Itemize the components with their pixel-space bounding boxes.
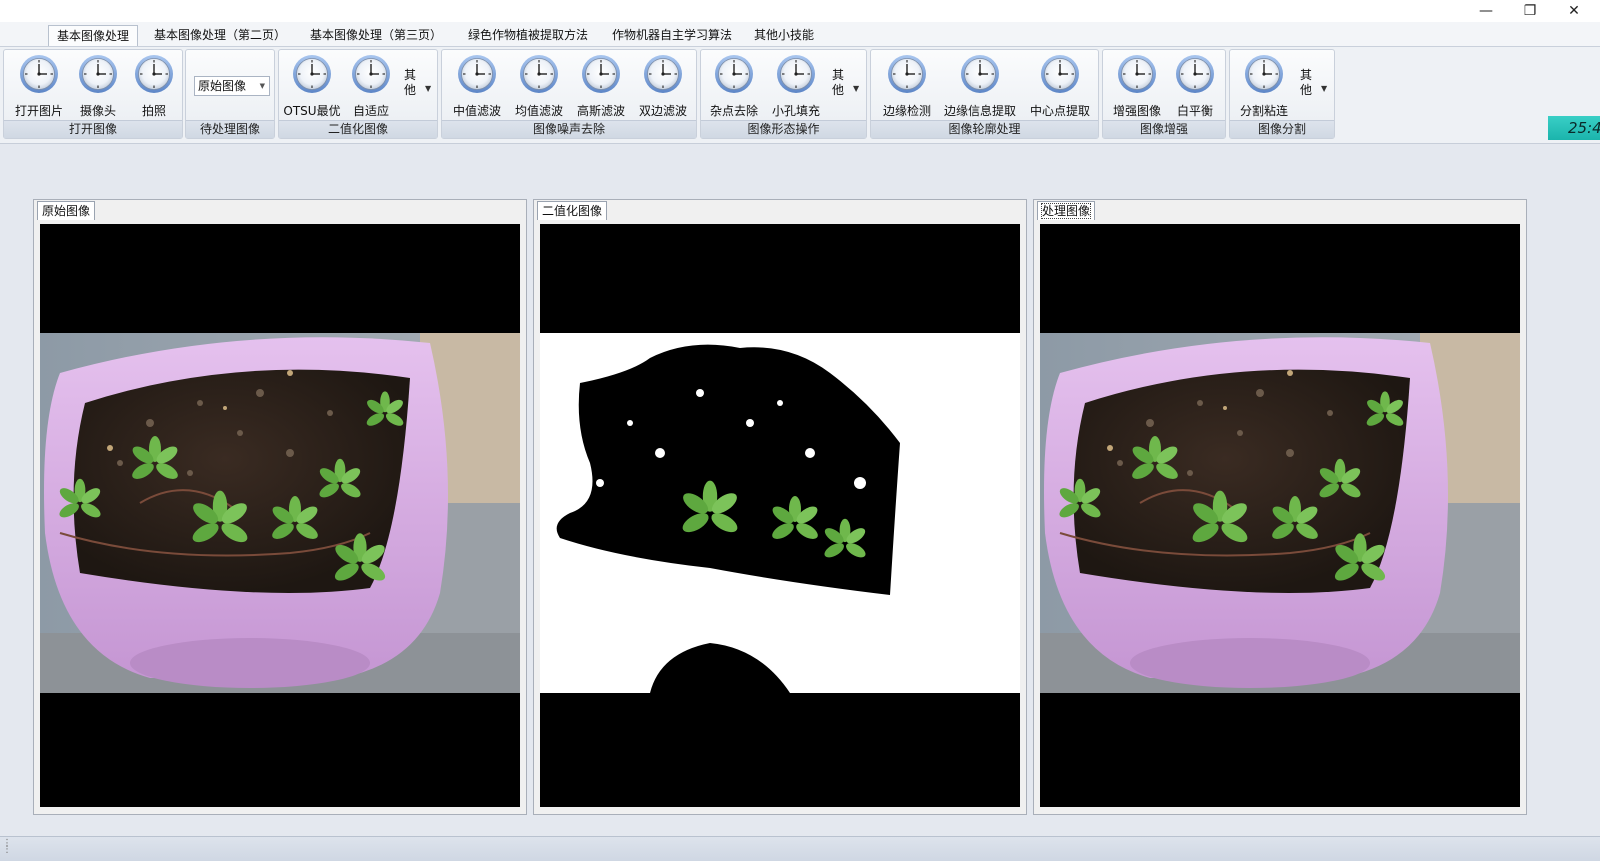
clock-icon (1244, 54, 1284, 94)
chevron-down-icon[interactable]: ▼ (425, 84, 431, 93)
clock-icon (1040, 54, 1080, 94)
clock-icon (351, 54, 391, 94)
clock-icon (1175, 54, 1215, 94)
group-caption: 二值化图像 (279, 120, 437, 138)
binary-plant-image (540, 333, 1020, 693)
button-label: 小孔填充 (771, 104, 820, 118)
tab-basic-processing-page2[interactable]: 基本图像处理（第二页） (146, 25, 294, 45)
hole-filling-button[interactable]: 小孔填充 (765, 52, 827, 118)
group-contour: 边缘检测 边缘信息提取 中心点提取 图像轮廓处理 (870, 49, 1099, 139)
binary-image-panel: 二值化图像 (533, 199, 1027, 815)
minimize-icon: — (1479, 3, 1493, 19)
bilateral-filter-button[interactable]: 双边滤波 (632, 52, 694, 118)
tab-other-skills[interactable]: 其他小技能 (746, 25, 822, 45)
tab-label: 处理图像 (1040, 203, 1092, 219)
take-photo-button[interactable]: 拍照 (123, 52, 185, 118)
close-icon: ✕ (1568, 3, 1580, 19)
group-caption: 图像轮廓处理 (871, 120, 1098, 138)
clock-icon (19, 54, 59, 94)
clock-icon (643, 54, 683, 94)
clock-display: 25:4 (1548, 116, 1600, 140)
tab-binary-image[interactable]: 二值化图像 (537, 201, 608, 220)
group-noise-removal: 中值滤波 均值滤波 高斯滤波 双边滤波 图像噪声去除 (441, 49, 697, 139)
tab-label: 二值化图像 (542, 204, 603, 218)
tab-green-vegetation-extraction[interactable]: 绿色作物植被提取方法 (460, 25, 596, 45)
group-segmentation: 分割粘连 其他 ▼ 图像分割 (1229, 49, 1335, 139)
clock-icon (581, 54, 621, 94)
separate-adhesion-button[interactable]: 分割粘连 (1233, 52, 1295, 118)
window-close-button[interactable]: ✕ (1552, 0, 1596, 22)
grip-icon[interactable]: ⋮ ⋮ (2, 839, 12, 855)
clock-icon (887, 54, 927, 94)
button-label: 中心点提取 (1029, 104, 1090, 118)
adaptive-button[interactable]: 自适应 (340, 52, 402, 118)
clock-icon (714, 54, 754, 94)
tab-label: 原始图像 (42, 204, 91, 218)
edge-info-extraction-button[interactable]: 边缘信息提取 (944, 52, 1016, 118)
tab-basic-processing[interactable]: 基本图像处理 (48, 25, 139, 46)
binary-image-viewer[interactable] (540, 224, 1020, 807)
tab-processed-image[interactable]: 处理图像 (1037, 201, 1096, 220)
tab-machine-learning[interactable]: 作物机器自主学习算法 (604, 25, 740, 45)
group-caption: 打开图像 (4, 120, 182, 138)
clock-icon (776, 54, 816, 94)
clock-icon (457, 54, 497, 94)
original-image-panel: 原始图像 (33, 199, 527, 815)
button-label: 边缘信息提取 (943, 104, 1016, 118)
clock-icon (519, 54, 559, 94)
tab-original-image[interactable]: 原始图像 (37, 201, 96, 220)
group-caption: 图像增强 (1103, 120, 1225, 138)
processed-image-panel: 处理图像 (1033, 199, 1527, 815)
ribbon: 打开图片 摄像头 拍照 打开图像 原始图像 ▼ 待处理图像 OTSU最优 自适应… (0, 47, 1600, 144)
plant-photo-image (40, 333, 520, 693)
group-caption: 图像噪声去除 (442, 120, 696, 138)
group-binary-image: OTSU最优 自适应 其他 ▼ 二值化图像 (278, 49, 438, 139)
group-caption: 待处理图像 (186, 120, 274, 138)
group-open-image: 打开图片 摄像头 拍照 打开图像 (3, 49, 183, 139)
status-bar: ⋮ ⋮ (0, 836, 1600, 861)
pending-image-select[interactable]: 原始图像 ▼ (194, 76, 270, 96)
group-caption: 图像形态操作 (701, 120, 866, 138)
button-label: 自适应 (352, 104, 389, 118)
window-minimize-button[interactable]: — (1464, 0, 1508, 22)
original-image-viewer[interactable] (40, 224, 520, 807)
clock-icon (78, 54, 118, 94)
binary-other-dropdown[interactable]: 其他 (404, 68, 418, 98)
combo-value: 原始图像 (198, 79, 247, 93)
group-caption: 图像分割 (1230, 120, 1334, 138)
clock-icon (292, 54, 332, 94)
white-balance-button[interactable]: 白平衡 (1164, 52, 1226, 118)
title-bar: — ❐ ✕ (0, 0, 1600, 22)
center-point-extraction-button[interactable]: 中心点提取 (1029, 52, 1091, 118)
clock-icon (960, 54, 1000, 94)
clock-icon (1117, 54, 1157, 94)
chevron-down-icon[interactable]: ▼ (853, 84, 859, 93)
group-pending-image: 原始图像 ▼ 待处理图像 (185, 49, 275, 139)
window-restore-button[interactable]: ❐ (1508, 0, 1552, 22)
restore-icon: ❐ (1523, 3, 1537, 19)
group-morphology: 杂点去除 小孔填充 其他 ▼ 图像形态操作 (700, 49, 867, 139)
processed-image-viewer[interactable] (1040, 224, 1520, 807)
button-label: 分割粘连 (1239, 104, 1288, 118)
segment-other-dropdown[interactable]: 其他 (1300, 68, 1314, 98)
group-enhancement: 增强图像 白平衡 图像增强 (1102, 49, 1226, 139)
edge-detection-button[interactable]: 边缘检测 (876, 52, 938, 118)
clock-icon (134, 54, 174, 94)
chevron-down-icon: ▼ (259, 82, 265, 90)
chevron-down-icon[interactable]: ▼ (1321, 84, 1327, 93)
processed-plant-image (1040, 333, 1520, 693)
tab-basic-processing-page3[interactable]: 基本图像处理（第三页） (302, 25, 450, 45)
morph-other-dropdown[interactable]: 其他 (832, 68, 846, 98)
ribbon-tab-bar: 基本图像处理 基本图像处理（第二页） 基本图像处理（第三页） 绿色作物植被提取方… (0, 22, 1600, 62)
